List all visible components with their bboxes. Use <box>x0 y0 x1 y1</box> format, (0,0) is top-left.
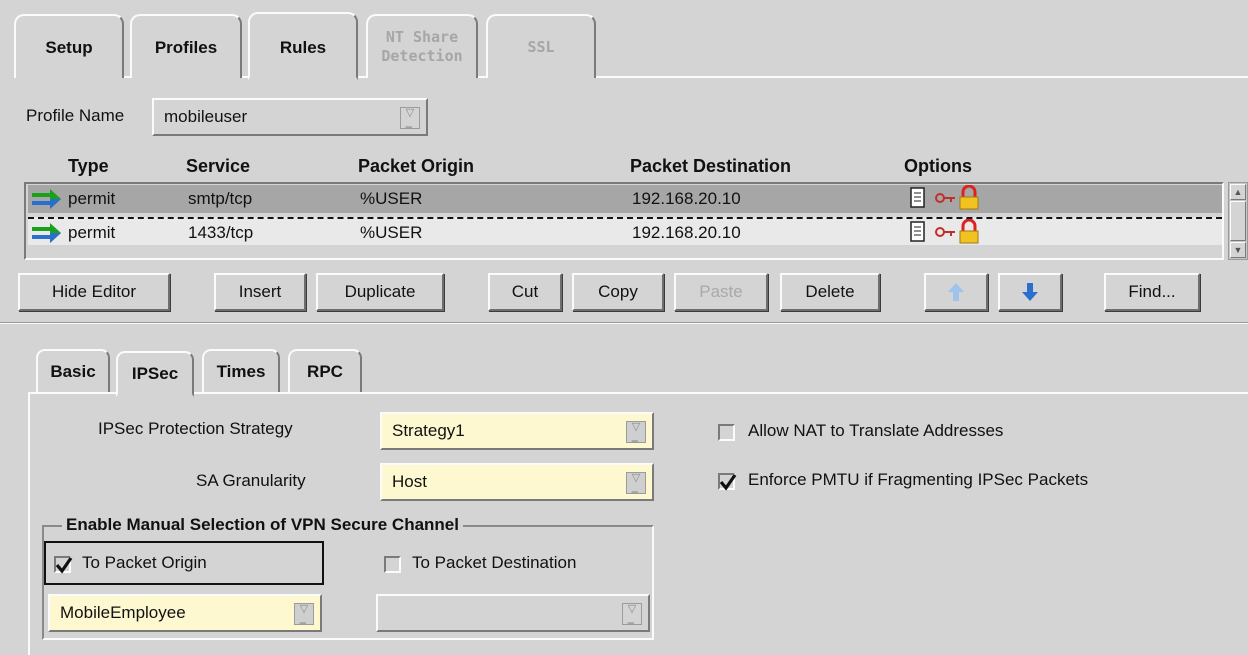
allow-nat-checkbox[interactable] <box>718 424 735 441</box>
key-icon[interactable] <box>934 225 956 239</box>
tab-setup[interactable]: Setup <box>14 14 124 78</box>
to-packet-origin-checkbox[interactable] <box>54 556 73 574</box>
row-service: 1433/tcp <box>188 223 254 242</box>
tab-basic-label: Basic <box>50 362 96 381</box>
cut-label: Cut <box>511 282 539 301</box>
chevron-down-icon: ▽ ‗ <box>294 603 314 625</box>
tab-profiles[interactable]: Profiles <box>130 14 242 78</box>
checkmark-icon <box>55 557 73 574</box>
to-packet-origin-label: To Packet Origin <box>82 553 207 572</box>
cut-button[interactable]: Cut <box>488 273 562 311</box>
chevron-down-icon: ▽ ‗ <box>622 603 642 625</box>
scrollbar-thumb[interactable] <box>1230 201 1246 241</box>
strategy-label: IPSec Protection Strategy <box>98 419 293 438</box>
table-row[interactable]: permit 1433/tcp %USER 192.168.20.10 <box>28 217 1222 245</box>
tab-rules[interactable]: Rules <box>248 12 358 80</box>
granularity-select[interactable]: Host ▽ ‗ <box>380 463 654 501</box>
granularity-value: Host <box>392 472 427 491</box>
paste-button: Paste <box>674 273 768 311</box>
lock-icon[interactable] <box>958 185 980 211</box>
tab-ssl: SSL <box>486 14 596 78</box>
duplicate-label: Duplicate <box>344 282 416 301</box>
column-header-packet-origin[interactable]: Packet Origin <box>358 156 474 177</box>
profile-name-label: Profile Name <box>26 106 125 125</box>
key-icon[interactable] <box>934 191 956 205</box>
granularity-label: SA Granularity <box>196 471 306 490</box>
rules-table: permit smtp/tcp %USER 192.168.20.10 perm… <box>24 182 1224 260</box>
row-service: smtp/tcp <box>188 189 253 208</box>
document-icon[interactable] <box>910 221 926 243</box>
paste-label: Paste <box>699 282 743 301</box>
tab-rpc-label: RPC <box>307 362 343 381</box>
find-button[interactable]: Find... <box>1104 273 1200 311</box>
destination-channel-select: ▽ ‗ <box>376 594 650 632</box>
column-header-options[interactable]: Options <box>904 156 972 177</box>
permit-arrow-icon <box>32 223 61 243</box>
tab-ssl-label: SSL <box>527 37 555 56</box>
enforce-pmtu-checkbox[interactable] <box>718 473 737 491</box>
tab-times[interactable]: Times <box>202 349 280 393</box>
checkmark-icon <box>719 474 737 491</box>
origin-channel-select[interactable]: MobileEmployee ▽ ‗ <box>48 594 322 632</box>
row-type: permit <box>68 189 116 208</box>
tab-times-label: Times <box>216 362 266 381</box>
duplicate-button[interactable]: Duplicate <box>316 273 444 311</box>
hide-editor-button[interactable]: Hide Editor <box>18 273 170 311</box>
lock-icon[interactable] <box>958 219 980 245</box>
column-header-type[interactable]: Type <box>68 156 109 177</box>
editor-divider <box>0 322 1248 324</box>
row-destination: 192.168.20.10 <box>632 223 741 242</box>
tab-rpc[interactable]: RPC <box>288 349 362 393</box>
strategy-value: Strategy1 <box>392 421 465 440</box>
tab-setup-label: Setup <box>45 37 93 57</box>
hide-editor-label: Hide Editor <box>51 282 137 301</box>
chevron-down-icon: ▽ ‗ <box>626 421 646 443</box>
row-type: permit <box>68 223 116 242</box>
tab-profiles-label: Profiles <box>154 37 218 57</box>
row-origin: %USER <box>360 223 423 242</box>
row-origin: %USER <box>360 189 423 208</box>
insert-label: Insert <box>238 282 282 301</box>
column-header-packet-destination[interactable]: Packet Destination <box>630 156 791 177</box>
copy-label: Copy <box>598 282 638 301</box>
permit-arrow-icon <box>32 189 61 209</box>
scroll-up-icon[interactable]: ▲ <box>1230 184 1246 200</box>
scroll-down-icon[interactable]: ▼ <box>1230 242 1246 258</box>
to-packet-destination-label: To Packet Destination <box>412 553 577 572</box>
tab-ipsec[interactable]: IPSec <box>116 351 194 397</box>
table-scrollbar[interactable]: ▲ ▼ <box>1228 182 1248 260</box>
profile-name-select[interactable]: mobileuser ▽ ‗ <box>152 98 428 136</box>
tab-nt-share-detection-label: NT Share Detection <box>381 28 463 65</box>
arrow-up-icon <box>948 283 964 301</box>
tab-nt-share-detection: NT Share Detection <box>366 14 478 78</box>
tab-basic[interactable]: Basic <box>36 349 110 393</box>
move-up-button <box>924 273 988 311</box>
delete-label: Delete <box>805 282 855 301</box>
column-header-service[interactable]: Service <box>186 156 250 177</box>
insert-button[interactable]: Insert <box>214 273 306 311</box>
move-down-button[interactable] <box>998 273 1062 311</box>
document-icon[interactable] <box>910 187 926 209</box>
copy-button[interactable]: Copy <box>572 273 664 311</box>
strategy-select[interactable]: Strategy1 ▽ ‗ <box>380 412 654 450</box>
chevron-down-icon: ▽ ‗ <box>626 472 646 494</box>
tab-rules-label: Rules <box>279 38 327 57</box>
enforce-pmtu-label: Enforce PMTU if Fragmenting IPSec Packet… <box>748 470 1089 489</box>
to-packet-destination-checkbox[interactable] <box>384 556 401 573</box>
profile-name-value: mobileuser <box>164 107 248 126</box>
row-destination: 192.168.20.10 <box>632 189 741 208</box>
allow-nat-label: Allow NAT to Translate Addresses <box>748 421 1004 440</box>
delete-button[interactable]: Delete <box>780 273 880 311</box>
tab-ipsec-label: IPSec <box>131 363 179 383</box>
vpn-channel-group-title: Enable Manual Selection of VPN Secure Ch… <box>62 515 463 535</box>
chevron-down-icon: ▽ ‗ <box>400 107 420 129</box>
find-label: Find... <box>1128 282 1176 301</box>
table-row[interactable]: permit smtp/tcp %USER 192.168.20.10 <box>28 185 1222 213</box>
arrow-down-icon <box>1022 283 1038 301</box>
origin-channel-value: MobileEmployee <box>60 603 186 622</box>
